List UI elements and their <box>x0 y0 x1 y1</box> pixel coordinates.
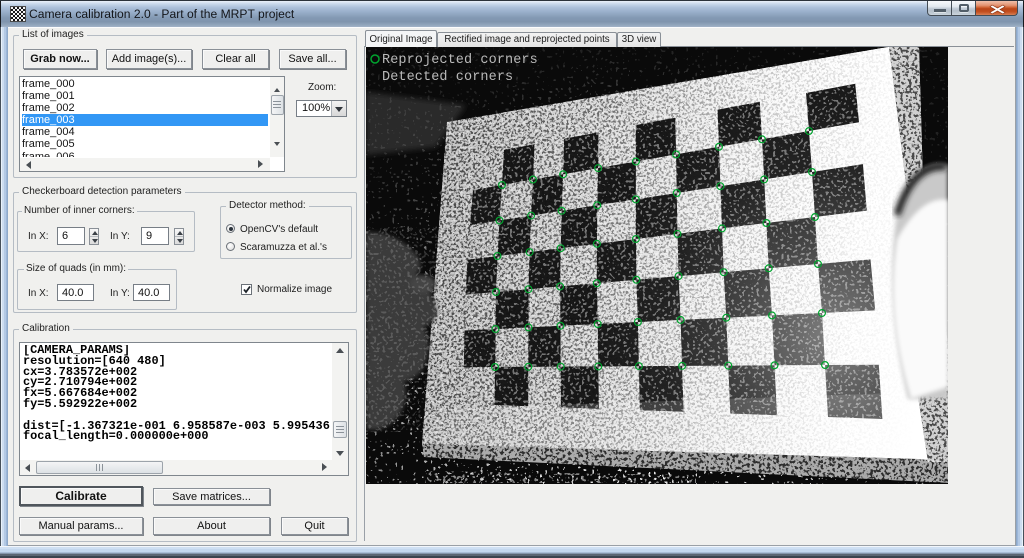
svg-text:Reprojected corners: Reprojected corners <box>382 53 538 68</box>
svg-text:Detected corners: Detected corners <box>382 70 513 85</box>
